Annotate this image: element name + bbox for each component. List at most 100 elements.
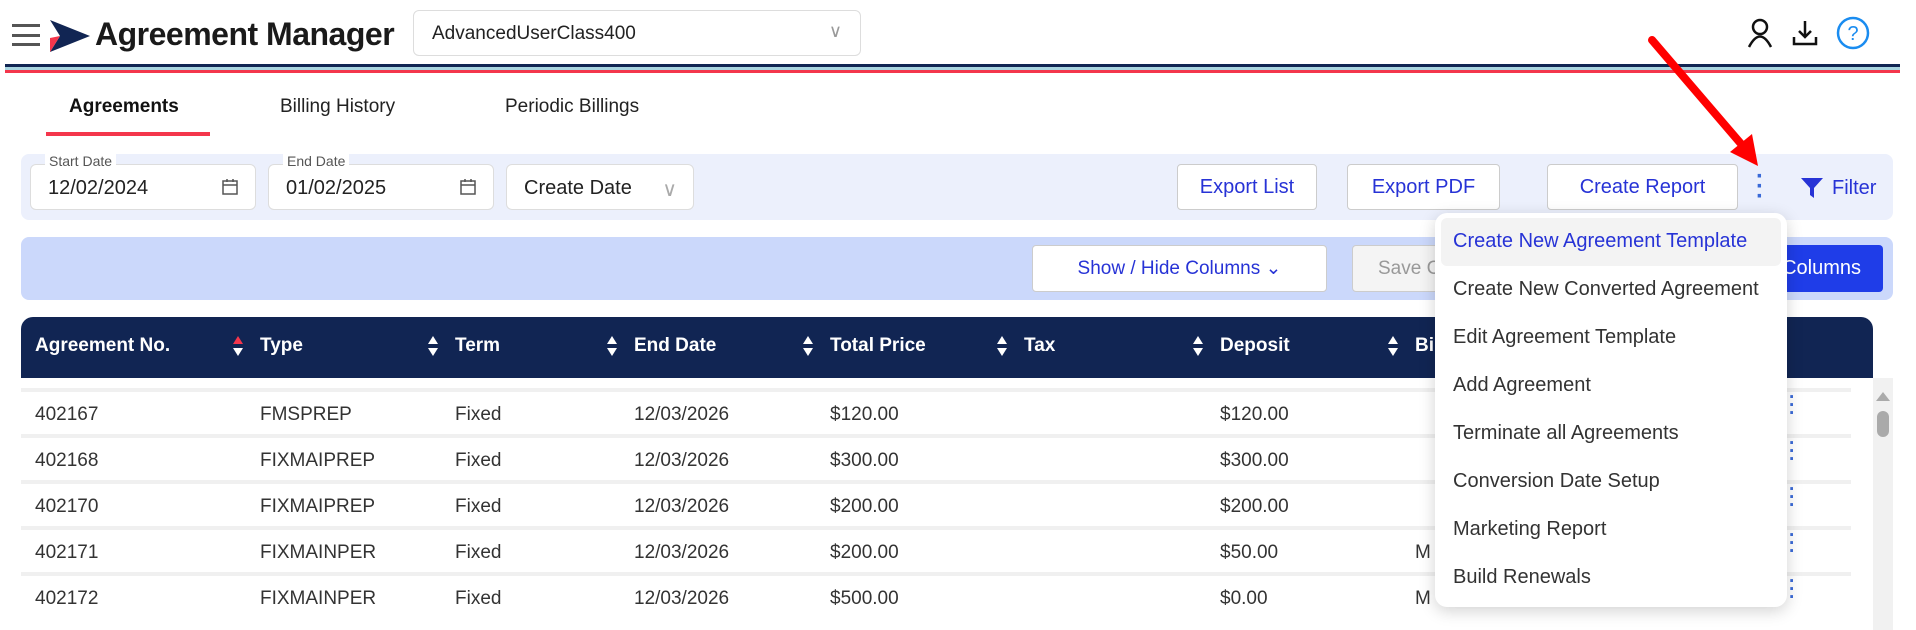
column-header[interactable]: Agreement No.: [35, 335, 170, 357]
chevron-down-icon: ∨: [828, 21, 842, 41]
end-date-value: 01/02/2025: [286, 177, 387, 199]
column-header[interactable]: Type: [260, 335, 303, 357]
table-cell: 402172: [35, 588, 99, 609]
sort-icon[interactable]: [1387, 335, 1399, 357]
table-cell: $200.00: [830, 542, 899, 563]
user-class-value: AdvancedUserClass400: [432, 23, 636, 44]
start-date-label: Start Date: [45, 153, 117, 169]
menu-item[interactable]: Create New Converted Agreement: [1441, 266, 1781, 314]
menu-item[interactable]: Edit Agreement Template: [1441, 314, 1781, 362]
row-actions-icon[interactable]: · · ·: [1789, 388, 1795, 423]
table-cell: 12/03/2026: [634, 588, 730, 609]
table-cell: 402168: [35, 450, 99, 471]
menu-item[interactable]: Conversion Date Setup: [1441, 458, 1781, 506]
table-cell: $0.00: [1220, 588, 1268, 609]
table-cell: $120.00: [1220, 404, 1289, 425]
help-icon[interactable]: ?: [1836, 16, 1870, 50]
export-pdf-button[interactable]: Export PDF: [1347, 164, 1500, 210]
date-type-select[interactable]: Create Date ∨: [506, 164, 694, 210]
tab-billing-history[interactable]: Billing History: [280, 96, 395, 118]
table-cell: FIXMAIPREP: [260, 450, 376, 471]
sort-icon[interactable]: [996, 335, 1008, 357]
column-header[interactable]: Bi: [1415, 335, 1434, 357]
table-cell: $500.00: [830, 588, 899, 609]
table-cell: Fixed: [455, 450, 502, 471]
table-cell: $120.00: [830, 404, 899, 425]
start-date-value: 12/02/2024: [48, 177, 149, 199]
table-cell: $200.00: [1220, 496, 1289, 517]
row-actions-icon[interactable]: · · ·: [1789, 480, 1795, 515]
more-options-icon[interactable]: · · ·: [1756, 165, 1764, 209]
table-cell: $300.00: [830, 450, 899, 471]
column-header[interactable]: Deposit: [1220, 335, 1290, 357]
table-cell: 12/03/2026: [634, 404, 730, 425]
menu-item[interactable]: Marketing Report: [1441, 506, 1781, 554]
sort-icon[interactable]: [427, 335, 439, 357]
active-tab-indicator: [46, 132, 210, 136]
more-options-menu: Create New Agreement Template Create New …: [1435, 213, 1787, 607]
menu-item[interactable]: Terminate all Agreements: [1441, 410, 1781, 458]
chevron-down-icon: ∨: [662, 179, 677, 201]
table-cell: $50.00: [1220, 542, 1279, 563]
table-cell: $300.00: [1220, 450, 1289, 471]
scroll-up-icon[interactable]: [1876, 392, 1890, 401]
user-class-select[interactable]: AdvancedUserClass400 ∨: [413, 10, 861, 56]
table-cell: Fixed: [455, 588, 502, 609]
sort-icon[interactable]: [1192, 335, 1204, 357]
table-cell: 402167: [35, 404, 99, 425]
table-scrollbar[interactable]: [1873, 378, 1893, 630]
app-header: Agreement Manager AdvancedUserClass400 ∨ …: [0, 0, 1900, 66]
table-cell: $200.00: [830, 496, 899, 517]
filter-label: Filter: [1832, 176, 1877, 199]
show-hide-columns-button[interactable]: Show / Hide Columns ⌄: [1032, 245, 1327, 292]
column-header[interactable]: Total Price: [830, 335, 926, 357]
chevron-down-icon: ⌄: [1265, 258, 1282, 279]
start-date-field[interactable]: Start Date 12/02/2024: [30, 153, 256, 210]
svg-text:?: ?: [1847, 23, 1858, 45]
calendar-icon[interactable]: [221, 178, 239, 196]
sort-icon[interactable]: [606, 335, 618, 357]
sort-icon[interactable]: [232, 335, 244, 357]
sort-icon[interactable]: [802, 335, 814, 357]
scroll-thumb[interactable]: [1877, 411, 1889, 437]
table-cell: 12/03/2026: [634, 542, 730, 563]
row-actions-icon[interactable]: · · ·: [1789, 434, 1795, 469]
table-cell: FMSPREP: [260, 404, 352, 425]
header-divider: [5, 64, 1900, 73]
end-date-field[interactable]: End Date 01/02/2025: [268, 153, 494, 210]
table-cell: FIXMAINPER: [260, 588, 377, 609]
row-actions-icon[interactable]: · · ·: [1789, 572, 1795, 607]
download-icon[interactable]: [1792, 19, 1818, 47]
tab-periodic-billings[interactable]: Periodic Billings: [505, 96, 639, 118]
table-cell: Fixed: [455, 496, 502, 517]
table-cell: FIXMAIPREP: [260, 496, 376, 517]
column-header[interactable]: Term: [455, 335, 500, 357]
tab-agreements[interactable]: Agreements: [69, 96, 179, 118]
table-cell: 402171: [35, 542, 99, 563]
table-cell: Fixed: [455, 542, 502, 563]
filter-icon: [1801, 178, 1823, 198]
menu-item[interactable]: Build Renewals: [1441, 554, 1781, 602]
column-header[interactable]: Tax: [1024, 335, 1055, 357]
table-cell: M: [1415, 588, 1431, 609]
filter-button[interactable]: Filter: [1800, 176, 1876, 200]
table-cell: 402170: [35, 496, 99, 517]
menu-item[interactable]: Add Agreement: [1441, 362, 1781, 410]
table-cell: 12/03/2026: [634, 450, 730, 471]
table-cell: Fixed: [455, 404, 502, 425]
logo-icon: [50, 20, 90, 52]
table-cell: 12/03/2026: [634, 496, 730, 517]
date-type-value: Create Date: [524, 177, 632, 199]
table-cell: M: [1415, 542, 1431, 563]
row-actions-icon[interactable]: · · ·: [1789, 526, 1795, 561]
hamburger-menu-icon[interactable]: [12, 24, 40, 46]
export-list-button[interactable]: Export List: [1177, 164, 1317, 210]
end-date-label: End Date: [283, 153, 350, 169]
show-hide-label: Show / Hide Columns: [1077, 257, 1261, 279]
menu-item[interactable]: Create New Agreement Template: [1441, 218, 1781, 266]
calendar-icon[interactable]: [459, 178, 477, 196]
app-title: Agreement Manager: [95, 16, 395, 52]
column-header[interactable]: End Date: [634, 335, 716, 357]
table-cell: FIXMAINPER: [260, 542, 377, 563]
annotation-arrow: [1648, 36, 1758, 166]
